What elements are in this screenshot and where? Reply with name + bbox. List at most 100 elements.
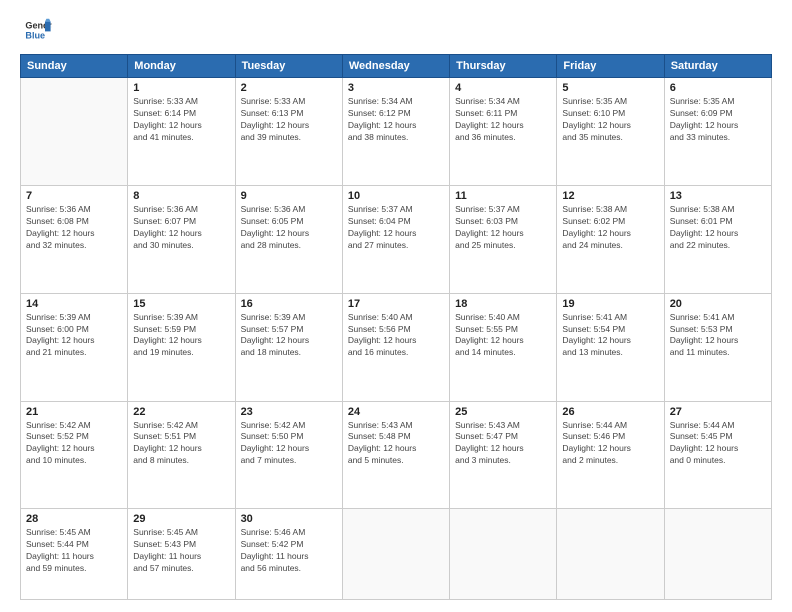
calendar-cell: 24 Sunrise: 5:43 AM Sunset: 5:48 PM Dayli… [342, 401, 449, 509]
day-number: 26 [562, 406, 658, 418]
calendar-table: SundayMondayTuesdayWednesdayThursdayFrid… [20, 54, 772, 600]
day-number: 12 [562, 190, 658, 202]
calendar-cell: 28 Sunrise: 5:45 AM Sunset: 5:44 PM Dayli… [21, 509, 128, 600]
calendar-cell [450, 509, 557, 600]
calendar-cell: 10 Sunrise: 5:37 AM Sunset: 6:04 PM Dayli… [342, 185, 449, 293]
calendar-cell: 15 Sunrise: 5:39 AM Sunset: 5:59 PM Dayli… [128, 293, 235, 401]
day-number: 23 [241, 406, 337, 418]
calendar-cell: 18 Sunrise: 5:40 AM Sunset: 5:55 PM Dayli… [450, 293, 557, 401]
calendar-cell: 2 Sunrise: 5:33 AM Sunset: 6:13 PM Daylig… [235, 78, 342, 186]
day-number: 27 [670, 406, 766, 418]
calendar-cell [664, 509, 771, 600]
day-info: Sunrise: 5:40 AM Sunset: 5:55 PM Dayligh… [455, 312, 551, 360]
day-number: 28 [26, 513, 122, 525]
day-number: 15 [133, 298, 229, 310]
calendar-cell: 26 Sunrise: 5:44 AM Sunset: 5:46 PM Dayli… [557, 401, 664, 509]
calendar-cell [21, 78, 128, 186]
day-number: 5 [562, 82, 658, 94]
day-info: Sunrise: 5:36 AM Sunset: 6:08 PM Dayligh… [26, 204, 122, 252]
calendar-cell: 22 Sunrise: 5:42 AM Sunset: 5:51 PM Dayli… [128, 401, 235, 509]
day-number: 22 [133, 406, 229, 418]
day-info: Sunrise: 5:40 AM Sunset: 5:56 PM Dayligh… [348, 312, 444, 360]
day-number: 17 [348, 298, 444, 310]
calendar-cell: 14 Sunrise: 5:39 AM Sunset: 6:00 PM Dayli… [21, 293, 128, 401]
calendar-cell: 5 Sunrise: 5:35 AM Sunset: 6:10 PM Daylig… [557, 78, 664, 186]
weekday-header-tuesday: Tuesday [235, 55, 342, 78]
calendar-cell: 3 Sunrise: 5:34 AM Sunset: 6:12 PM Daylig… [342, 78, 449, 186]
day-number: 14 [26, 298, 122, 310]
calendar-cell: 12Sunrise: 5:38 AM Sunset: 6:02 PM Dayli… [557, 185, 664, 293]
day-number: 4 [455, 82, 551, 94]
weekday-header-thursday: Thursday [450, 55, 557, 78]
calendar-cell: 27 Sunrise: 5:44 AM Sunset: 5:45 PM Dayli… [664, 401, 771, 509]
day-info: Sunrise: 5:42 AM Sunset: 5:51 PM Dayligh… [133, 420, 229, 468]
calendar-cell: 9 Sunrise: 5:36 AM Sunset: 6:05 PM Daylig… [235, 185, 342, 293]
day-number: 21 [26, 406, 122, 418]
day-info: Sunrise: 5:46 AM Sunset: 5:42 PM Dayligh… [241, 527, 337, 575]
calendar-cell: 23 Sunrise: 5:42 AM Sunset: 5:50 PM Dayli… [235, 401, 342, 509]
day-info: Sunrise: 5:34 AM Sunset: 6:11 PM Dayligh… [455, 96, 551, 144]
day-info: Sunrise: 5:41 AM Sunset: 5:54 PM Dayligh… [562, 312, 658, 360]
day-number: 7 [26, 190, 122, 202]
day-number: 10 [348, 190, 444, 202]
day-number: 29 [133, 513, 229, 525]
day-info: Sunrise: 5:33 AM Sunset: 6:14 PM Dayligh… [133, 96, 229, 144]
weekday-header-wednesday: Wednesday [342, 55, 449, 78]
day-info: Sunrise: 5:35 AM Sunset: 6:10 PM Dayligh… [562, 96, 658, 144]
calendar-cell: 11 Sunrise: 5:37 AM Sunset: 6:03 PM Dayli… [450, 185, 557, 293]
day-info: Sunrise: 5:45 AM Sunset: 5:43 PM Dayligh… [133, 527, 229, 575]
calendar-cell [342, 509, 449, 600]
weekday-header-sunday: Sunday [21, 55, 128, 78]
day-info: Sunrise: 5:38 AM Sunset: 6:01 PM Dayligh… [670, 204, 766, 252]
day-number: 24 [348, 406, 444, 418]
day-number: 8 [133, 190, 229, 202]
day-info: Sunrise: 5:39 AM Sunset: 5:59 PM Dayligh… [133, 312, 229, 360]
weekday-header-friday: Friday [557, 55, 664, 78]
calendar-cell: 8 Sunrise: 5:36 AM Sunset: 6:07 PM Daylig… [128, 185, 235, 293]
day-number: 13 [670, 190, 766, 202]
day-number: 11 [455, 190, 551, 202]
calendar-cell: 20Sunrise: 5:41 AM Sunset: 5:53 PM Dayli… [664, 293, 771, 401]
calendar-cell: 7 Sunrise: 5:36 AM Sunset: 6:08 PM Daylig… [21, 185, 128, 293]
day-info: Sunrise: 5:44 AM Sunset: 5:45 PM Dayligh… [670, 420, 766, 468]
calendar-cell: 25 Sunrise: 5:43 AM Sunset: 5:47 PM Dayli… [450, 401, 557, 509]
day-info: Sunrise: 5:41 AM Sunset: 5:53 PM Dayligh… [670, 312, 766, 360]
day-info: Sunrise: 5:34 AM Sunset: 6:12 PM Dayligh… [348, 96, 444, 144]
day-number: 6 [670, 82, 766, 94]
day-number: 2 [241, 82, 337, 94]
day-number: 9 [241, 190, 337, 202]
svg-text:Blue: Blue [25, 30, 45, 40]
day-number: 18 [455, 298, 551, 310]
day-info: Sunrise: 5:36 AM Sunset: 6:07 PM Dayligh… [133, 204, 229, 252]
day-number: 16 [241, 298, 337, 310]
day-info: Sunrise: 5:37 AM Sunset: 6:03 PM Dayligh… [455, 204, 551, 252]
day-info: Sunrise: 5:36 AM Sunset: 6:05 PM Dayligh… [241, 204, 337, 252]
day-number: 30 [241, 513, 337, 525]
calendar-cell: 17 Sunrise: 5:40 AM Sunset: 5:56 PM Dayli… [342, 293, 449, 401]
calendar-cell: 6 Sunrise: 5:35 AM Sunset: 6:09 PM Daylig… [664, 78, 771, 186]
day-info: Sunrise: 5:37 AM Sunset: 6:04 PM Dayligh… [348, 204, 444, 252]
day-number: 1 [133, 82, 229, 94]
calendar-cell: 19Sunrise: 5:41 AM Sunset: 5:54 PM Dayli… [557, 293, 664, 401]
weekday-header-saturday: Saturday [664, 55, 771, 78]
day-info: Sunrise: 5:42 AM Sunset: 5:52 PM Dayligh… [26, 420, 122, 468]
calendar-cell: 29 Sunrise: 5:45 AM Sunset: 5:43 PM Dayli… [128, 509, 235, 600]
logo: General Blue [20, 16, 52, 44]
day-info: Sunrise: 5:39 AM Sunset: 6:00 PM Dayligh… [26, 312, 122, 360]
day-info: Sunrise: 5:43 AM Sunset: 5:48 PM Dayligh… [348, 420, 444, 468]
day-info: Sunrise: 5:35 AM Sunset: 6:09 PM Dayligh… [670, 96, 766, 144]
calendar-cell: 13 Sunrise: 5:38 AM Sunset: 6:01 PM Dayli… [664, 185, 771, 293]
day-info: Sunrise: 5:45 AM Sunset: 5:44 PM Dayligh… [26, 527, 122, 575]
calendar-cell: 1 Sunrise: 5:33 AM Sunset: 6:14 PM Daylig… [128, 78, 235, 186]
day-info: Sunrise: 5:42 AM Sunset: 5:50 PM Dayligh… [241, 420, 337, 468]
day-info: Sunrise: 5:33 AM Sunset: 6:13 PM Dayligh… [241, 96, 337, 144]
day-info: Sunrise: 5:44 AM Sunset: 5:46 PM Dayligh… [562, 420, 658, 468]
day-number: 25 [455, 406, 551, 418]
day-info: Sunrise: 5:39 AM Sunset: 5:57 PM Dayligh… [241, 312, 337, 360]
calendar-cell: 30 Sunrise: 5:46 AM Sunset: 5:42 PM Dayli… [235, 509, 342, 600]
calendar-cell: 4 Sunrise: 5:34 AM Sunset: 6:11 PM Daylig… [450, 78, 557, 186]
day-number: 3 [348, 82, 444, 94]
weekday-header-monday: Monday [128, 55, 235, 78]
day-info: Sunrise: 5:43 AM Sunset: 5:47 PM Dayligh… [455, 420, 551, 468]
calendar-cell: 16 Sunrise: 5:39 AM Sunset: 5:57 PM Dayli… [235, 293, 342, 401]
